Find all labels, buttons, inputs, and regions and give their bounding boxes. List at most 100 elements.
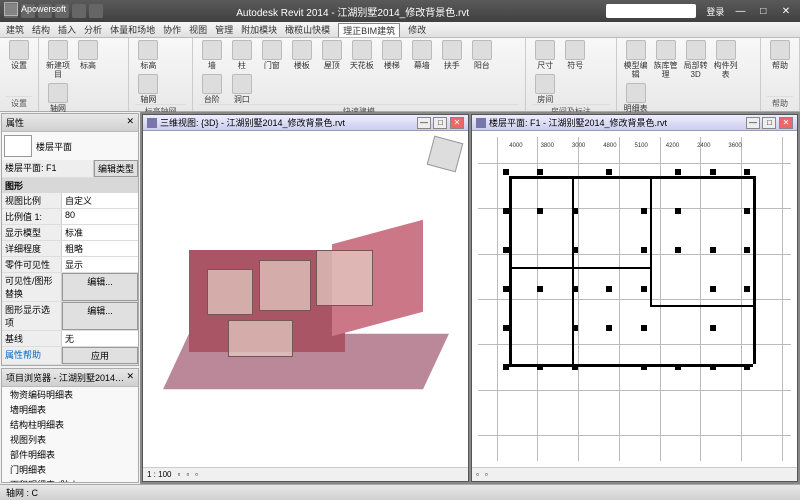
- ribbon-button[interactable]: 柱: [229, 40, 255, 70]
- view-3d-tool-icon[interactable]: ▫: [195, 470, 198, 479]
- ribbon-button-icon: [138, 74, 158, 94]
- ribbon-button-label: 局部转3D: [683, 61, 709, 79]
- ribbon-tab[interactable]: 橄榄山快模: [285, 23, 330, 36]
- properties-close-icon[interactable]: ✕: [126, 116, 134, 129]
- ribbon-tab[interactable]: 建筑: [6, 23, 24, 36]
- ribbon-tab[interactable]: 体量和场地: [110, 23, 155, 36]
- ribbon-button-icon: [535, 74, 555, 94]
- ribbon-button-icon: [202, 74, 222, 94]
- ribbon-button[interactable]: 尺寸: [532, 40, 558, 70]
- property-row: 比例值 1:80: [2, 209, 138, 225]
- ribbon-button[interactable]: 楼梯: [379, 40, 405, 70]
- view-3d-close-button[interactable]: ✕: [450, 117, 464, 129]
- help-search-input[interactable]: [606, 4, 696, 18]
- view-plan-min-button[interactable]: —: [746, 117, 760, 129]
- ribbon-button[interactable]: 轴网: [45, 83, 71, 113]
- ribbon-button-label: 帮助: [772, 61, 788, 70]
- browser-item[interactable]: 门明细表: [2, 462, 138, 477]
- property-value[interactable]: 编辑...: [62, 302, 138, 330]
- browser-item[interactable]: 视图列表: [2, 432, 138, 447]
- view-plan-tool-icon[interactable]: ▫: [485, 470, 488, 479]
- browser-item[interactable]: 结构柱明细表: [2, 417, 138, 432]
- ribbon-tab[interactable]: 附加模块: [241, 23, 277, 36]
- property-value[interactable]: 自定义: [62, 193, 138, 208]
- view-3d-tool-icon[interactable]: ▫: [177, 470, 180, 479]
- ribbon-button[interactable]: 门窗: [259, 40, 285, 70]
- ribbon-button-icon: [138, 40, 158, 60]
- ribbon-tab[interactable]: 分析: [84, 23, 102, 36]
- view-3d-min-button[interactable]: —: [417, 117, 431, 129]
- property-name: 比例值 1:: [2, 209, 62, 224]
- ribbon-button[interactable]: 符号: [562, 40, 588, 70]
- property-value[interactable]: 显示: [62, 257, 138, 272]
- properties-help-link[interactable]: 属性帮助: [2, 347, 62, 364]
- type-thumbnail: [4, 135, 32, 157]
- ribbon-button[interactable]: 局部转3D: [683, 40, 709, 79]
- view-plan-max-button[interactable]: □: [762, 117, 776, 129]
- view-3d-tool-icon[interactable]: ▫: [186, 470, 189, 479]
- view-plan-canvas[interactable]: 40003800300048005100420024003600: [472, 131, 797, 467]
- property-row: 图形显示选项编辑...: [2, 302, 138, 331]
- close-button[interactable]: ✕: [776, 6, 796, 17]
- ribbon-button[interactable]: 帮助: [767, 40, 793, 70]
- ribbon-tab[interactable]: 修改: [408, 23, 426, 36]
- apply-button[interactable]: 应用: [62, 347, 138, 364]
- ribbon-button[interactable]: 墙: [199, 40, 225, 70]
- ribbon-button[interactable]: 楼板: [289, 40, 315, 70]
- view-cube[interactable]: [427, 136, 464, 173]
- ribbon-tab[interactable]: 协作: [163, 23, 181, 36]
- ribbon-button[interactable]: 新建项目: [45, 40, 71, 79]
- ribbon-button[interactable]: 房间: [532, 74, 558, 104]
- ribbon-tab[interactable]: 理正BIM建筑: [338, 23, 400, 37]
- ribbon-button[interactable]: 标高: [75, 40, 101, 70]
- view-3d-scale[interactable]: 1 : 100: [147, 470, 171, 479]
- ribbon-button-label: 模型编辑: [623, 61, 649, 79]
- ribbon-tab[interactable]: 结构: [32, 23, 50, 36]
- view-plan-close-button[interactable]: ✕: [779, 117, 793, 129]
- window-buttons: — □ ✕: [730, 6, 796, 17]
- minimize-button[interactable]: —: [730, 6, 750, 17]
- property-value[interactable]: 无: [62, 331, 138, 346]
- ribbon-button-icon: [9, 40, 29, 60]
- edit-type-button[interactable]: 编辑类型: [94, 160, 138, 177]
- type-label: 楼层平面: [36, 140, 72, 153]
- ribbon-tab[interactable]: 视图: [189, 23, 207, 36]
- property-value[interactable]: 编辑...: [62, 273, 138, 301]
- ribbon-tab[interactable]: 管理: [215, 23, 233, 36]
- instance-selector[interactable]: 楼层平面: F1: [2, 160, 94, 177]
- browser-item[interactable]: 面积明细表 (防火...: [2, 477, 138, 483]
- ribbon-button[interactable]: 阳台: [469, 40, 495, 70]
- ribbon-button[interactable]: 标高: [135, 40, 161, 70]
- ribbon-button[interactable]: 模型编辑: [623, 40, 649, 79]
- view-plan-tool-icon[interactable]: ▫: [476, 470, 479, 479]
- ribbon-button-icon: [535, 40, 555, 60]
- ribbon-button-label: 扶手: [444, 61, 460, 70]
- view-3d: 三维视图: {3D} - 江湖别墅2014_修改背景色.rvt — □ ✕: [142, 114, 469, 482]
- ribbon-button[interactable]: 屋顶: [319, 40, 345, 70]
- qat-print-icon[interactable]: [89, 4, 103, 18]
- ribbon-button[interactable]: 构件列表: [713, 40, 739, 79]
- browser-item[interactable]: 墙明细表: [2, 402, 138, 417]
- ribbon-button[interactable]: 幕墙: [409, 40, 435, 70]
- ribbon-button[interactable]: 天花板: [349, 40, 375, 70]
- ribbon-button[interactable]: 洞口: [229, 74, 255, 104]
- property-value[interactable]: 标准: [62, 225, 138, 240]
- ribbon-button[interactable]: 轴网: [135, 74, 161, 104]
- ribbon-button[interactable]: 设置: [6, 40, 32, 70]
- ribbon-tab[interactable]: 插入: [58, 23, 76, 36]
- ribbon-button[interactable]: 台阶: [199, 74, 225, 104]
- view-area: 三维视图: {3D} - 江湖别墅2014_修改背景色.rvt — □ ✕: [140, 112, 800, 484]
- view-3d-canvas[interactable]: [143, 131, 468, 467]
- view-3d-max-button[interactable]: □: [433, 117, 447, 129]
- property-value[interactable]: 80: [62, 209, 138, 224]
- property-value[interactable]: 粗略: [62, 241, 138, 256]
- browser-item[interactable]: 部件明细表: [2, 447, 138, 462]
- qat-redo-icon[interactable]: [72, 4, 86, 18]
- ribbon-button[interactable]: 族库管理: [653, 40, 679, 79]
- ribbon-button[interactable]: 扶手: [439, 40, 465, 70]
- browser-item[interactable]: 物资编码明细表: [2, 387, 138, 402]
- property-name: 显示模型: [2, 225, 62, 240]
- maximize-button[interactable]: □: [753, 6, 773, 17]
- login-link[interactable]: 登录: [706, 5, 724, 18]
- browser-close-icon[interactable]: ✕: [126, 371, 134, 384]
